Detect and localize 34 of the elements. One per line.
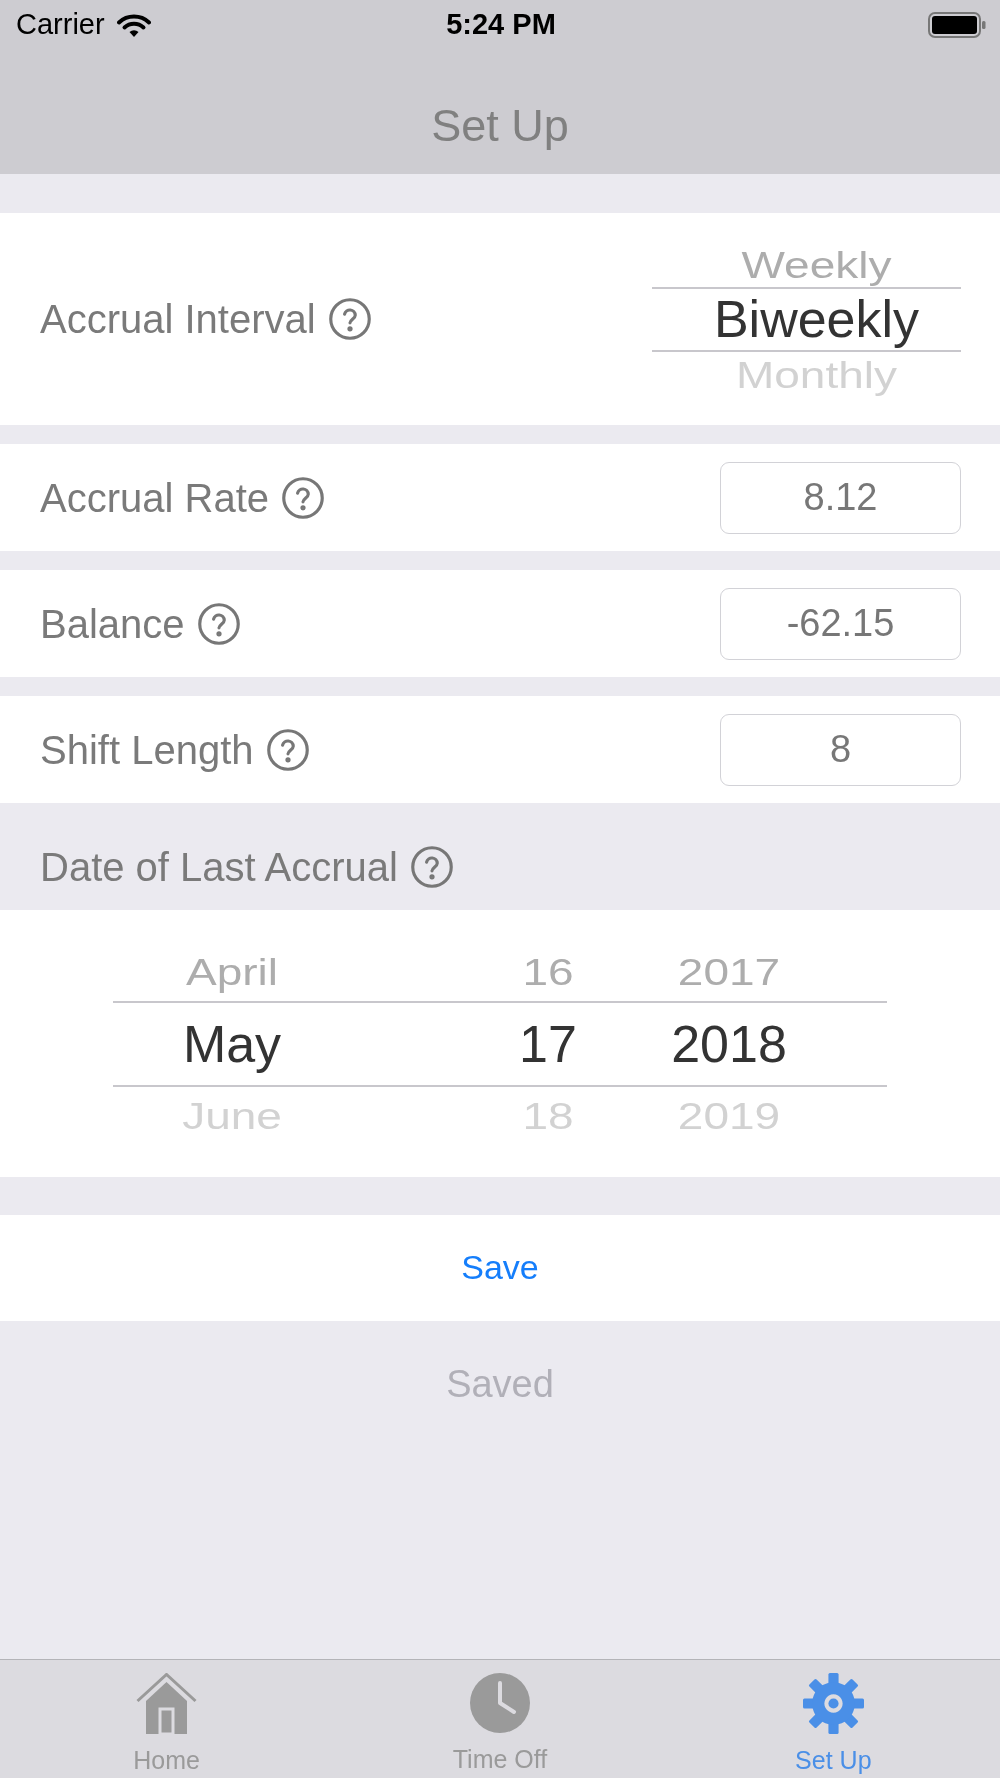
picker-option[interactable]: 2017 — [677, 946, 781, 997]
tab-button[interactable]: Time Off — [333, 1660, 667, 1778]
settings-icon — [802, 1673, 864, 1734]
field-label: Shift Length — [40, 726, 254, 773]
saved-message: Saved — [446, 1363, 554, 1407]
nav-title: Set Up — [431, 100, 569, 152]
section-label: Date of Last Accrual — [40, 843, 398, 890]
field-label: Accrual Interval — [40, 296, 316, 342]
input-field[interactable]: 8.12 — [720, 461, 961, 534]
help-icon[interactable] — [266, 728, 309, 771]
picker-option[interactable]: 2018 — [671, 1001, 787, 1086]
save-button[interactable]: Save — [461, 1248, 539, 1288]
picker-option[interactable]: April — [186, 946, 278, 997]
picker-option[interactable]: May — [182, 1001, 282, 1086]
picker-option[interactable]: Weekly — [741, 244, 892, 284]
status-time: 5:24 PM — [446, 8, 556, 42]
home-icon — [136, 1673, 198, 1734]
battery-icon — [928, 12, 986, 38]
tab-button[interactable]: Set Up — [666, 1660, 1000, 1778]
picker-option[interactable]: 17 — [519, 1001, 577, 1086]
help-icon[interactable] — [197, 602, 240, 645]
help-icon[interactable] — [282, 476, 324, 519]
picker-option[interactable]: Biweekly — [713, 287, 920, 351]
input-field[interactable]: -62.15 — [720, 587, 961, 660]
field-label: Accrual Rate — [40, 474, 269, 521]
help-icon[interactable] — [328, 298, 371, 340]
picker-option[interactable]: 16 — [522, 946, 574, 997]
help-icon[interactable] — [410, 845, 453, 888]
clock-icon — [470, 1673, 530, 1733]
field-label: Balance — [40, 600, 185, 647]
wifi-icon — [116, 12, 151, 38]
input-field[interactable]: 8 — [720, 713, 961, 786]
tab-button[interactable]: Home — [0, 1660, 334, 1778]
carrier-name: Carrier — [16, 8, 105, 42]
